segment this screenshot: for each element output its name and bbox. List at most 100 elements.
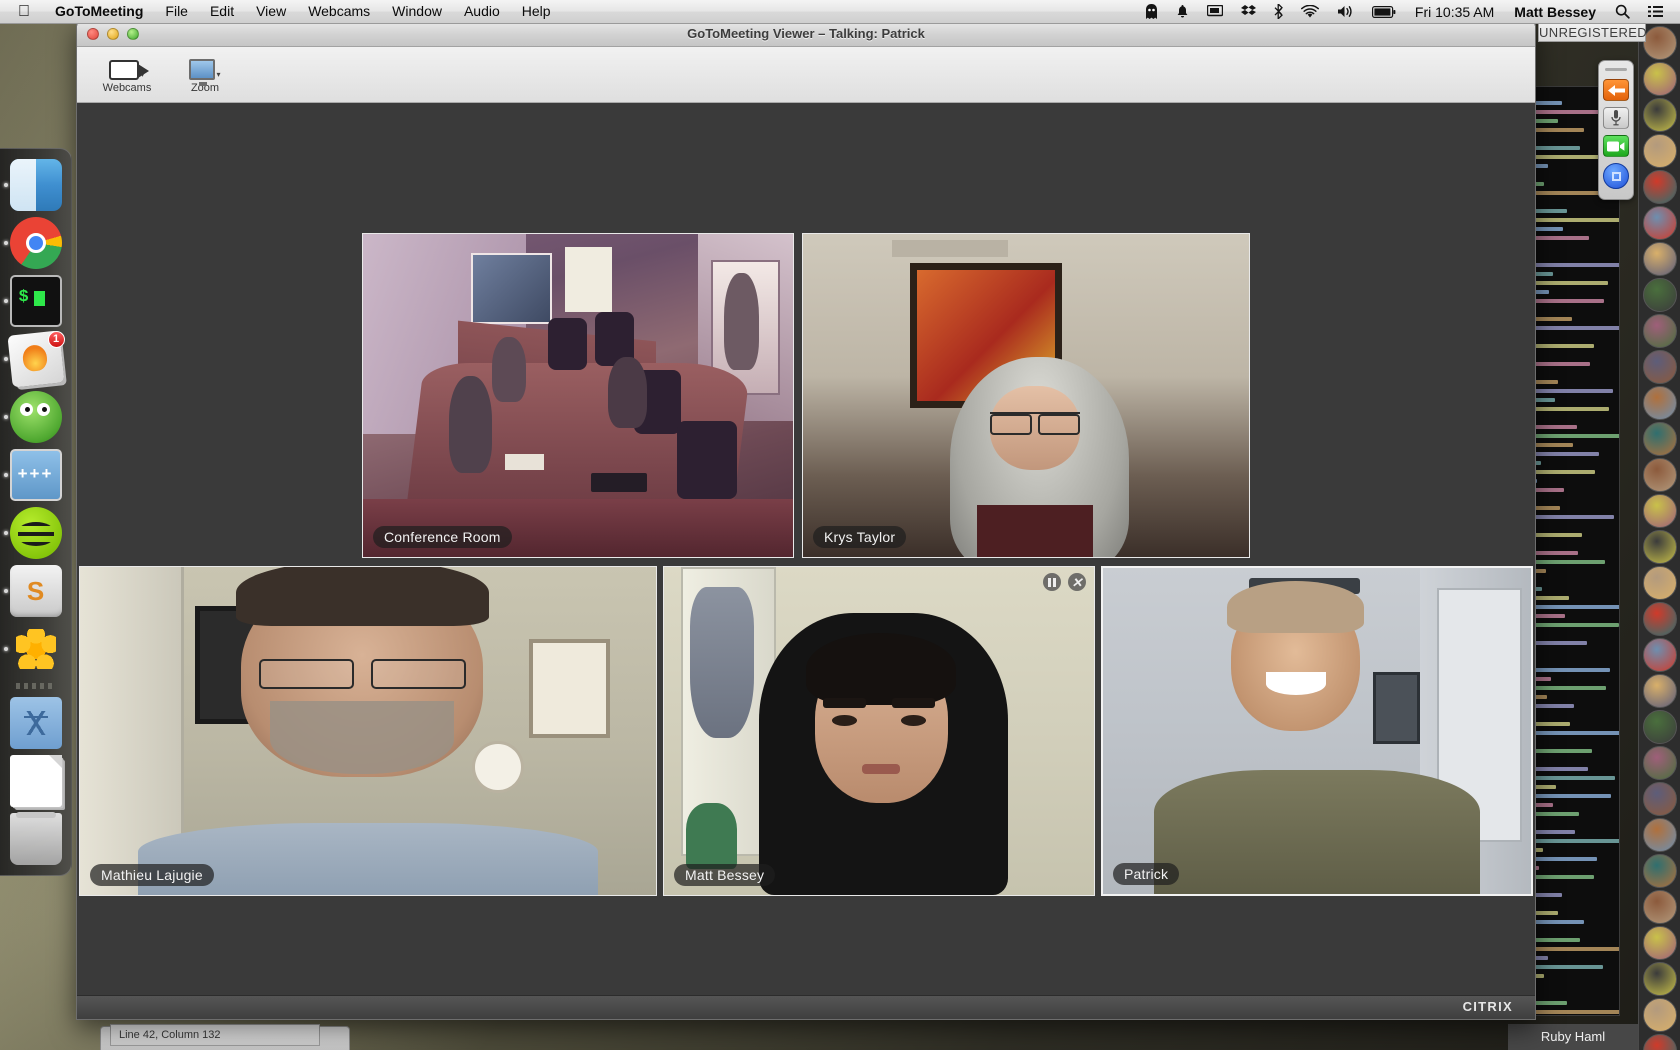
contact-avatar[interactable]	[1643, 170, 1677, 204]
contact-avatar[interactable]	[1643, 350, 1677, 384]
contact-avatar[interactable]	[1643, 818, 1677, 852]
back-arrow-icon[interactable]	[1603, 79, 1629, 101]
macos-menu-bar[interactable]:  GoToMeeting File Edit View Webcams Win…	[0, 0, 1680, 24]
contact-avatar[interactable]	[1643, 134, 1677, 168]
apple-menu-icon[interactable]: 	[18, 3, 30, 20]
contact-avatar[interactable]	[1643, 530, 1677, 564]
contact-avatar[interactable]	[1643, 98, 1677, 132]
contact-avatar[interactable]	[1643, 206, 1677, 240]
menu-item-view[interactable]: View	[245, 0, 297, 24]
contact-avatar[interactable]	[1643, 62, 1677, 96]
drag-handle[interactable]	[1605, 68, 1627, 71]
contact-avatar[interactable]	[1643, 998, 1677, 1032]
dock-item-gotomeeting[interactable]	[3, 623, 62, 675]
menu-item-webcams[interactable]: Webcams	[297, 0, 381, 24]
tile-mathieu-lajugie[interactable]: Mathieu Lajugie	[79, 566, 657, 896]
contact-avatar[interactable]	[1643, 746, 1677, 780]
webcams-toolbar-label: Webcams	[102, 81, 152, 94]
dock-item-app-store[interactable]	[9, 697, 62, 749]
window-title: GoToMeeting Viewer – Talking: Patrick	[687, 26, 925, 41]
gotomeeting-viewer-window[interactable]: GoToMeeting Viewer – Talking: Patrick ▾ …	[76, 20, 1536, 1020]
menu-item-gotomeeting[interactable]: GoToMeeting	[44, 0, 154, 24]
contact-avatar[interactable]	[1643, 674, 1677, 708]
notification-bell-icon[interactable]	[1167, 0, 1198, 24]
contact-avatar[interactable]	[1643, 638, 1677, 672]
unregistered-badge: UNREGISTERED	[1538, 22, 1647, 42]
window-titlebar[interactable]: GoToMeeting Viewer – Talking: Patrick	[77, 21, 1535, 47]
dock-item-documents-stack[interactable]	[9, 755, 62, 807]
trash-icon	[9, 812, 62, 865]
search-icon[interactable]	[1606, 0, 1639, 24]
contact-avatar[interactable]	[1643, 278, 1677, 312]
contacts-avatar-column[interactable]	[1638, 24, 1680, 1050]
menu-item-file[interactable]: File	[154, 0, 199, 24]
menu-item-audio[interactable]: Audio	[453, 0, 511, 24]
dock-item-firefox-photos[interactable]: 1	[3, 330, 65, 388]
menu-item-window[interactable]: Window	[381, 0, 453, 24]
dock-item-scrivener[interactable]	[3, 565, 62, 617]
macos-dock[interactable]: 1 +++	[0, 148, 72, 876]
dock-item-trash[interactable]	[9, 812, 62, 865]
ghostery-icon[interactable]	[1136, 0, 1167, 24]
participant-name-label: Mathieu Lajugie	[90, 864, 214, 886]
contact-avatar[interactable]	[1643, 854, 1677, 888]
menu-item-help[interactable]: Help	[511, 0, 562, 24]
window-footer: CITRIX	[77, 995, 1535, 1019]
dock-item-terminal[interactable]	[3, 275, 62, 327]
dock-item-finder[interactable]	[3, 159, 62, 211]
dock-item-spotify[interactable]	[3, 507, 62, 559]
contact-avatar[interactable]	[1643, 782, 1677, 816]
tile-krys-taylor[interactable]: Krys Taylor	[802, 233, 1250, 558]
contact-avatar[interactable]	[1643, 314, 1677, 348]
contact-avatar[interactable]	[1643, 1034, 1677, 1050]
contact-avatar[interactable]	[1643, 926, 1677, 960]
webcam-icon: ▾	[109, 52, 150, 80]
menu-bar-status-area: Fri 10:35 AM Matt Bessey	[1136, 0, 1672, 24]
terminal-icon	[9, 275, 62, 327]
bluetooth-icon[interactable]	[1265, 0, 1292, 24]
contact-avatar[interactable]	[1643, 710, 1677, 744]
editor-status-bar: Line 42, Column 132	[110, 1024, 320, 1046]
matt-bessey-video-feed	[664, 567, 1094, 895]
patrick-video-feed	[1103, 568, 1531, 894]
app-store-icon	[9, 697, 62, 749]
contact-avatar[interactable]	[1643, 458, 1677, 492]
dock-item-google-chrome[interactable]	[3, 217, 62, 269]
video-camera-icon[interactable]	[1603, 135, 1629, 157]
zoom-toolbar-button[interactable]: ▾ Zoom	[169, 49, 241, 101]
menu-item-edit[interactable]: Edit	[199, 0, 245, 24]
tile-matt-bessey[interactable]: ✕ Matt Bessey	[663, 566, 1095, 896]
dropbox-icon[interactable]	[1232, 0, 1265, 24]
dock-item-adium[interactable]	[3, 391, 62, 443]
contact-avatar[interactable]	[1643, 566, 1677, 600]
finder-icon	[9, 159, 62, 211]
stop-recording-icon[interactable]	[1603, 163, 1629, 189]
window-toolbar: ▾ Webcams ▾ Zoom	[77, 47, 1535, 103]
volume-icon[interactable]	[1328, 0, 1363, 24]
wifi-icon[interactable]	[1292, 0, 1328, 24]
airplay-icon[interactable]	[1198, 0, 1232, 24]
menu-bar-username[interactable]: Matt Bessey	[1504, 4, 1606, 20]
contact-avatar[interactable]	[1643, 962, 1677, 996]
pause-video-icon[interactable]	[1043, 573, 1061, 591]
contact-avatar[interactable]	[1643, 386, 1677, 420]
menu-bar-clock[interactable]: Fri 10:35 AM	[1405, 4, 1504, 20]
contact-avatar[interactable]	[1643, 890, 1677, 924]
notification-center-icon[interactable]	[1639, 0, 1672, 24]
tile-conference-room[interactable]: Conference Room	[362, 233, 794, 558]
close-video-icon[interactable]: ✕	[1068, 573, 1086, 591]
tile-controls: ✕	[1043, 573, 1086, 591]
battery-icon[interactable]	[1363, 0, 1405, 24]
contact-avatar[interactable]	[1643, 242, 1677, 276]
citrix-brand-label: CITRIX	[1462, 999, 1513, 1014]
contact-avatar[interactable]	[1643, 494, 1677, 528]
webcams-toolbar-button[interactable]: ▾ Webcams	[91, 49, 163, 101]
microphone-icon[interactable]	[1603, 107, 1629, 129]
documents-stack-icon	[9, 755, 62, 807]
contact-avatar[interactable]	[1643, 26, 1677, 60]
screen-recorder-control-strip[interactable]	[1598, 60, 1634, 200]
dock-item-calculator[interactable]: +++	[3, 449, 62, 501]
contact-avatar[interactable]	[1643, 422, 1677, 456]
tile-patrick[interactable]: Patrick	[1101, 566, 1533, 896]
contact-avatar[interactable]	[1643, 602, 1677, 636]
